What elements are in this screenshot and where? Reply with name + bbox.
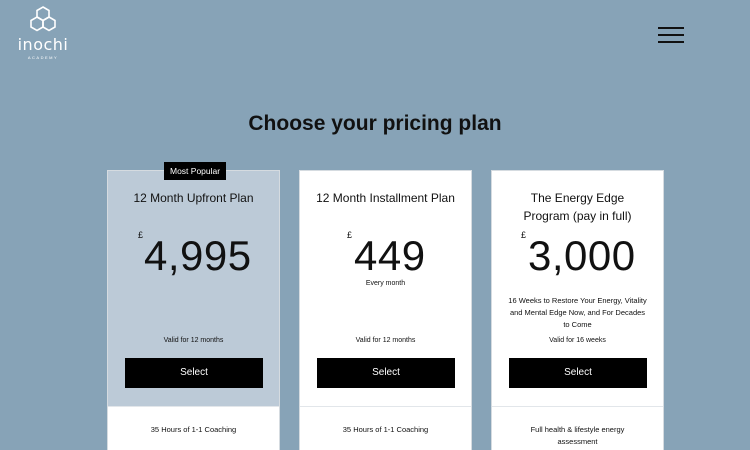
select-button[interactable]: Select [317,358,455,388]
site-logo[interactable]: inochi ACADEMY [16,6,70,60]
select-button[interactable]: Select [125,358,263,388]
plan-validity: Valid for 12 months [163,337,224,344]
plan-validity: Valid for 16 weeks [549,337,606,344]
select-button[interactable]: Select [509,358,647,388]
pricing-card-installment: 12 Month Installment Plan £ 449 Every mo… [299,170,472,450]
divider [492,406,663,407]
divider [108,406,279,407]
plan-validity: Valid for 12 months [355,337,416,344]
pricing-card-energy-edge: The Energy Edge Program (pay in full) £ … [491,170,664,450]
currency-symbol: £ [347,230,353,240]
pricing-card-upfront: Most Popular 12 Month Upfront Plan £ 4,9… [107,162,280,450]
plan-price: 449 [354,232,426,279]
plan-feature: Full health & lifestyle energy assessmen… [530,425,625,446]
hexagon-cluster-icon [30,6,56,32]
plan-price: 3,000 [528,232,636,279]
plan-feature: 35 Hours of 1-1 Coaching [342,425,429,434]
most-popular-badge: Most Popular [164,162,227,180]
currency-symbol: £ [521,230,527,240]
plan-price: 4,995 [144,232,252,279]
logo-subtitle: ACADEMY [27,55,59,60]
hamburger-menu-icon[interactable] [658,24,686,44]
plan-feature: 35 Hours of 1-1 Coaching [150,425,237,434]
plan-description: 16 Weeks to Restore Your Energy, Vitalit… [508,296,647,329]
divider [300,406,471,407]
page-title: Choose your pricing plan [248,112,502,135]
logo-name: inochi [17,35,69,54]
plan-name: The Energy Edge Program (pay in full) [523,191,632,223]
price-frequency: Every month [365,280,406,287]
plan-name: 12 Month Installment Plan [316,191,455,205]
plan-name: 12 Month Upfront Plan [133,191,254,205]
currency-symbol: £ [138,230,144,240]
